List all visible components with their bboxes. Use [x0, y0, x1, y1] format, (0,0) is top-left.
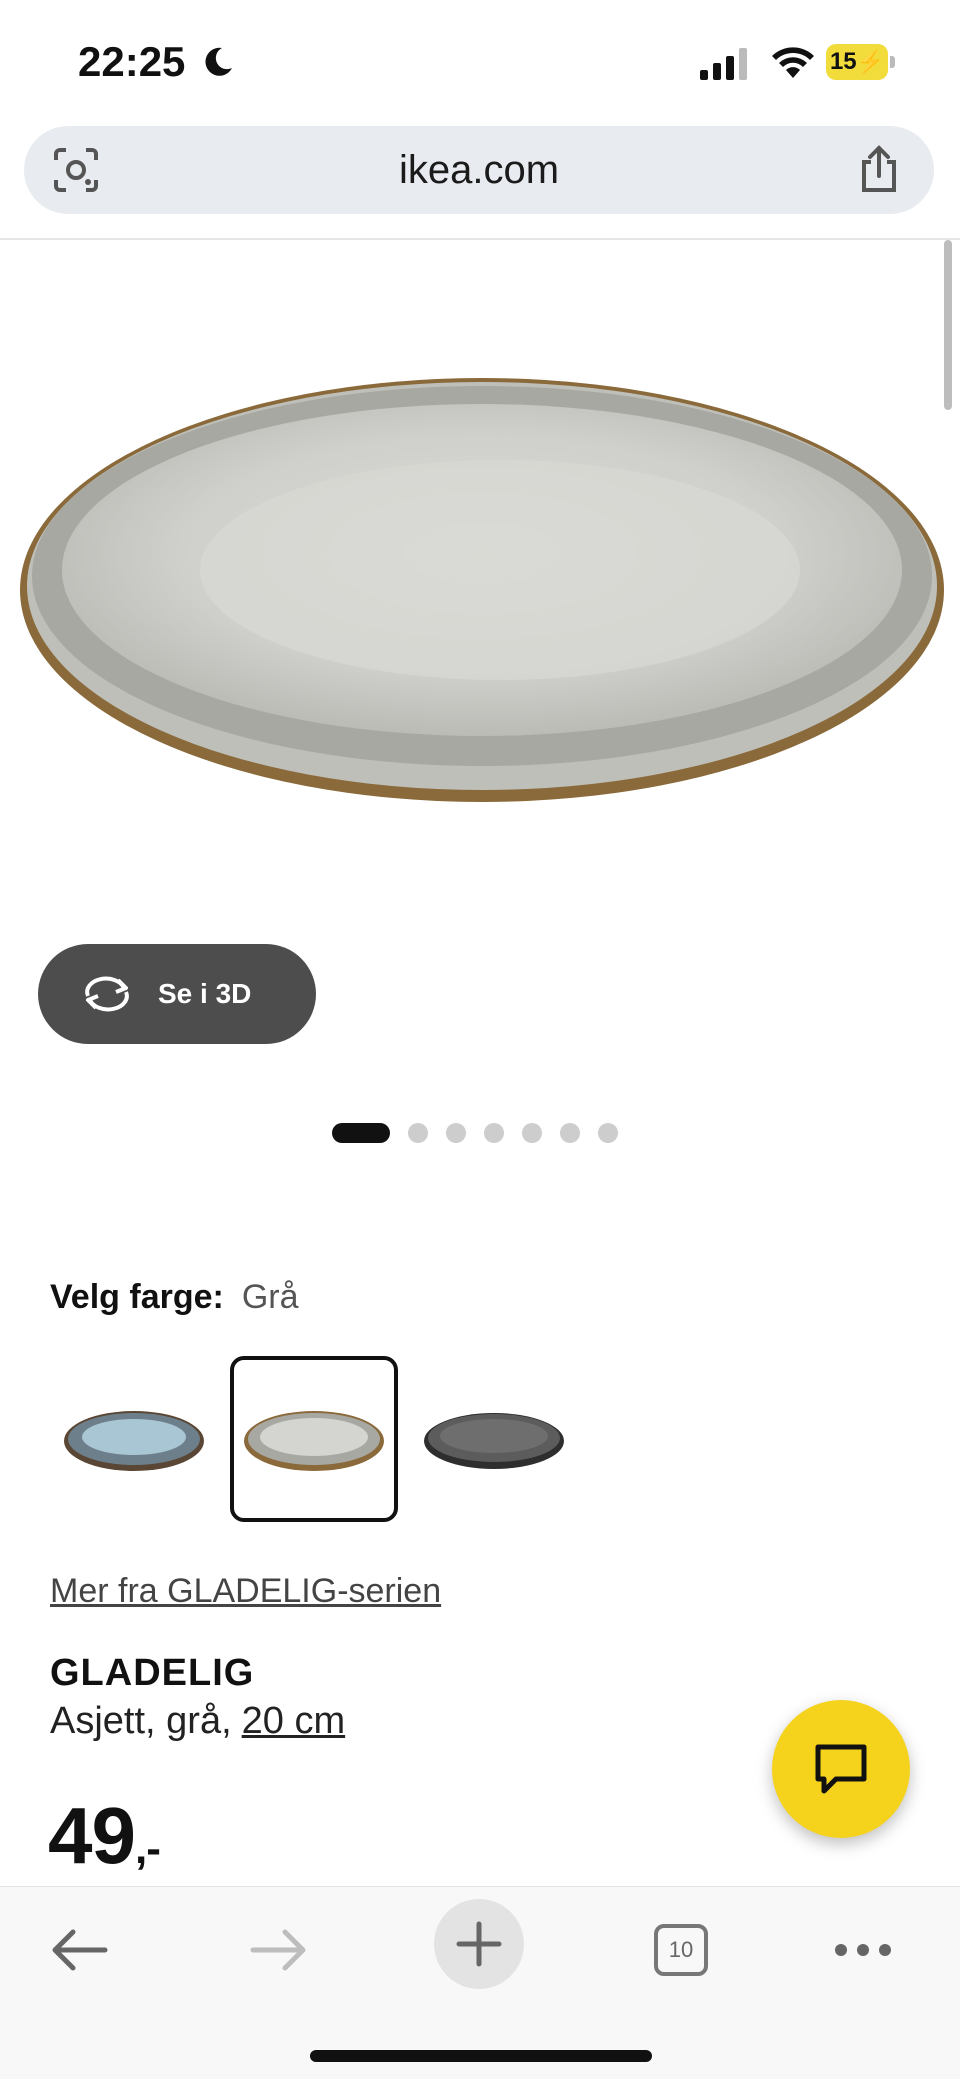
wifi-icon [772, 47, 814, 78]
forward-button[interactable] [246, 1905, 312, 1995]
product-description: Asjett, grå, 20 cm [50, 1700, 345, 1743]
address-bar[interactable]: ikea.com [24, 126, 934, 214]
color-selector-label: Velg farge: Grå [50, 1278, 299, 1317]
home-indicator[interactable] [310, 2050, 652, 2062]
product-image[interactable] [0, 240, 960, 940]
battery-level: 15 [829, 48, 857, 75]
chat-icon [815, 1744, 867, 1794]
color-value: Grå [241, 1278, 299, 1316]
view-3d-label: Se i 3D [158, 978, 252, 1009]
url-text[interactable]: ikea.com [24, 148, 934, 193]
pager-dot[interactable] [408, 1123, 428, 1143]
forward-arrow-icon [250, 1929, 306, 1971]
view-3d-button[interactable]: Se i 3D [38, 944, 316, 1044]
new-tab-button[interactable] [434, 1899, 524, 1989]
tabs-count: 10 [668, 1937, 694, 1962]
pager-dot[interactable] [560, 1123, 580, 1143]
pager-dot[interactable] [332, 1123, 390, 1143]
pager-dot[interactable] [484, 1123, 504, 1143]
chat-button[interactable] [772, 1700, 910, 1838]
series-link[interactable]: Mer fra GLADELIG-serien [50, 1572, 441, 1611]
pager-dot[interactable] [522, 1123, 542, 1143]
plate-image [20, 378, 944, 802]
product-size-link[interactable]: 20 cm [242, 1700, 345, 1742]
battery-icon: 15 ⚡ [826, 44, 896, 82]
blue-plate-thumbnail [64, 1411, 204, 1471]
back-button[interactable] [46, 1905, 112, 1995]
grey-plate-thumbnail [244, 1411, 384, 1471]
scrollbar[interactable] [944, 240, 952, 410]
product-type: Asjett, grå, [50, 1700, 232, 1742]
color-option-blue[interactable] [50, 1356, 218, 1522]
rotate-3d-icon [85, 976, 129, 1012]
image-pager[interactable] [332, 1122, 618, 1144]
plus-icon [456, 1921, 502, 1967]
color-swatches [50, 1356, 578, 1522]
pager-dot[interactable] [598, 1123, 618, 1143]
signal-icon [700, 48, 747, 80]
tabs-icon: 10 [654, 1924, 708, 1976]
share-icon[interactable] [856, 144, 902, 194]
color-option-dark-grey[interactable] [410, 1356, 578, 1522]
more-button[interactable] [830, 1905, 896, 1995]
moon-icon [205, 47, 232, 76]
dark-grey-plate-thumbnail [424, 1413, 564, 1469]
product-name: GLADELIG [50, 1652, 255, 1694]
back-arrow-icon [52, 1929, 108, 1971]
status-bar: 22:25 15 ⚡ [0, 0, 960, 120]
more-icon [835, 1944, 891, 1956]
color-option-grey[interactable] [230, 1356, 398, 1522]
color-label: Velg farge: [50, 1278, 224, 1316]
product-price: 49,- [48, 1790, 161, 1882]
status-time: 22:25 [78, 38, 186, 85]
price-suffix: ,- [134, 1824, 161, 1873]
tabs-button[interactable]: 10 [648, 1905, 714, 1995]
pager-dot[interactable] [446, 1123, 466, 1143]
price-value: 49 [48, 1791, 136, 1880]
